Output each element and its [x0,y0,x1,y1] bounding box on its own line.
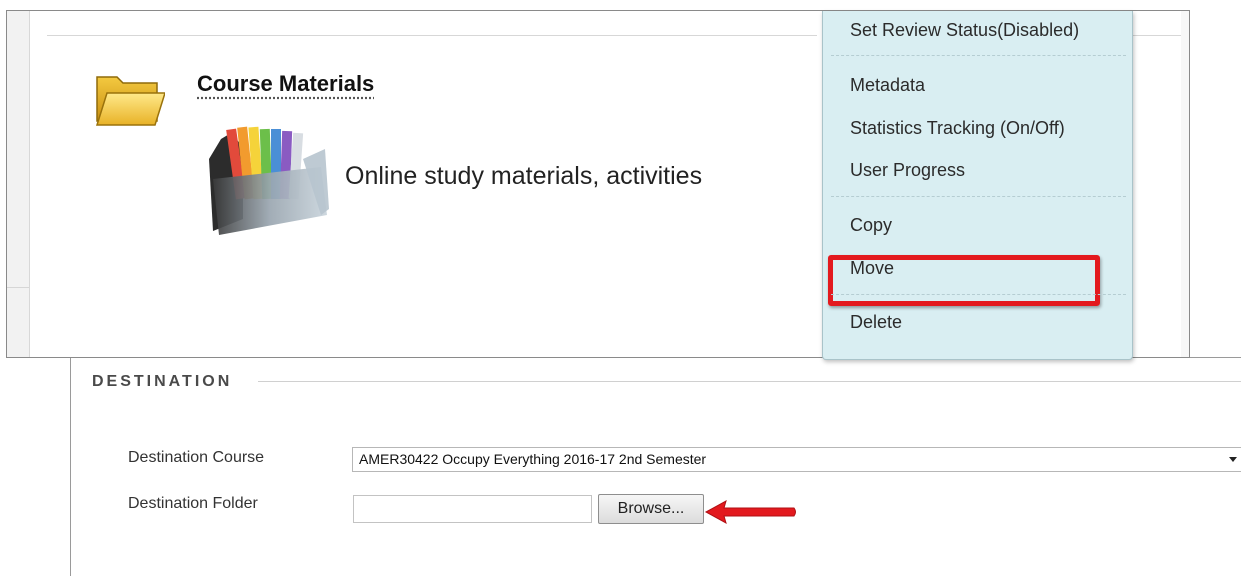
red-arrow-left-icon [704,499,796,525]
divider [1127,35,1183,36]
menu-item-user-progress[interactable]: User Progress [850,160,965,181]
menu-item-statistics-tracking[interactable]: Statistics Tracking (On/Off) [850,118,1065,139]
destination-folder-label: Destination Folder [128,495,258,512]
destination-course-select[interactable]: AMER30422 Occupy Everything 2016-17 2nd … [352,447,1241,472]
menu-item-metadata[interactable]: Metadata [850,75,925,96]
course-description: Online study materials, activities [345,162,703,190]
menu-divider [831,196,1126,197]
left-sidebar-strip [7,11,30,357]
heading-rule [258,381,1241,382]
menu-divider [831,294,1126,295]
content-item-panel: Course Materials Online study materials,… [6,10,1190,360]
menu-item-delete[interactable]: Delete [850,312,902,333]
folder-icon [95,76,165,126]
dropdown-arrow-icon [1229,457,1237,462]
menu-item-copy[interactable]: Copy [850,215,892,236]
panel-border [70,358,71,576]
destination-course-value: AMER30422 Occupy Everything 2016-17 2nd … [359,451,707,467]
right-edge-strip [1181,11,1189,357]
divider [47,35,817,36]
divider [7,287,29,288]
context-menu: Set Review Status(Disabled) Metadata Sta… [822,11,1133,360]
destination-course-label: Destination Course [128,449,265,466]
panel-border [1190,357,1241,358]
file-folders-image [209,126,329,235]
menu-item-move[interactable]: Move [850,258,894,279]
menu-item-set-review-status[interactable]: Set Review Status(Disabled) [850,20,1079,41]
destination-heading: DESTINATION [92,373,233,390]
menu-divider [831,55,1126,56]
browse-button[interactable]: Browse... [598,494,704,524]
destination-folder-input[interactable] [353,495,592,523]
course-materials-link[interactable]: Course Materials [197,71,374,97]
